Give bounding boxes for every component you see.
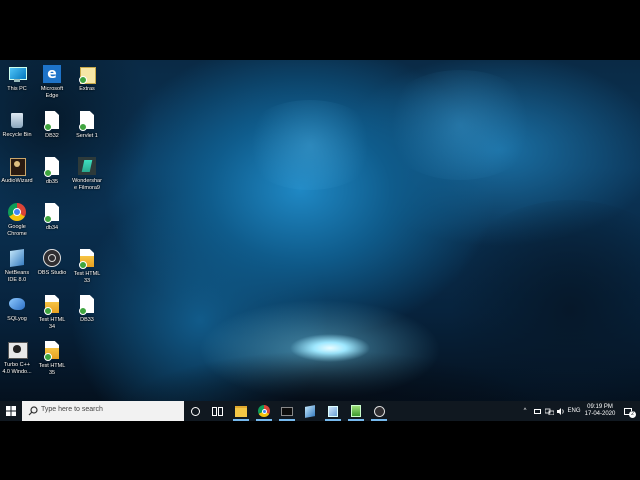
- desktop-icon-label: Wondershare Filmora9: [72, 178, 102, 191]
- tray-network[interactable]: [543, 401, 556, 421]
- computer-icon: [7, 64, 27, 84]
- document-icon: [42, 203, 62, 223]
- taskbar: Type here to search ^ ENG 09:19 PM 17-04…: [0, 401, 640, 421]
- task-view-icon: [211, 406, 223, 416]
- desktop-icon-label: Microsoft Edge: [40, 86, 64, 99]
- clock-date: 17-04-2020: [584, 411, 616, 417]
- chrome-icon: [258, 405, 270, 417]
- desktop-icon-label: Test HTML 33: [73, 271, 101, 284]
- cortana-icon: [190, 406, 200, 416]
- desktop-icon-test-html-35[interactable]: Test HTML 35: [36, 340, 68, 376]
- network-icon: [545, 408, 554, 415]
- usb-drive-icon: [533, 408, 541, 414]
- netbeans-icon: [7, 248, 27, 268]
- desktop-icon-microsoft-edge[interactable]: e Microsoft Edge: [36, 64, 68, 99]
- notepad-icon: [351, 405, 361, 417]
- desktop-icon-test-html-34[interactable]: Test HTML 34: [36, 294, 68, 330]
- tray-volume[interactable]: [556, 401, 567, 421]
- document-icon: [77, 295, 97, 315]
- html-file-icon: [42, 341, 62, 361]
- desktop-icon-servlet-1[interactable]: Servlet 1: [71, 110, 103, 140]
- obs-icon: [373, 405, 385, 417]
- desktop-icon-turbo-cpp[interactable]: Turbo C++ 4.0 Windo...: [1, 340, 33, 375]
- desktop-icon-label: Recycle Bin: [2, 132, 32, 138]
- chrome-icon: [7, 202, 27, 222]
- tray-language[interactable]: ENG: [567, 401, 581, 421]
- recycle-bin-icon: [7, 110, 27, 130]
- clock-time: 09:19 PM: [587, 404, 613, 410]
- desktop-icon-label: Turbo C++ 4.0 Windo...: [2, 362, 32, 375]
- action-center-button[interactable]: 2: [620, 401, 636, 421]
- tray-clock[interactable]: 09:19 PM 17-04-2020: [582, 401, 618, 421]
- show-hidden-icons-button[interactable]: ^: [519, 401, 531, 421]
- desktop-icon-label: Servlet 1: [76, 133, 98, 139]
- desktop-icon-netbeans[interactable]: NetBeans IDE 8.0: [1, 248, 33, 283]
- virtualbox-icon: [328, 405, 338, 417]
- document-icon: [42, 111, 62, 131]
- desktop-icon-filmora9[interactable]: Wondershare Filmora9: [71, 156, 103, 191]
- taskbar-virtualbox[interactable]: [322, 401, 344, 421]
- volume-icon: [557, 407, 564, 415]
- taskbar-chrome[interactable]: [253, 401, 275, 421]
- desktop-icon-label: Extras: [79, 86, 95, 92]
- desktop-icon-label: AudioWizard: [1, 178, 33, 184]
- desktop-icon-recycle-bin[interactable]: Recycle Bin: [1, 110, 33, 139]
- desktop-icon-label: Google Chrome: [7, 224, 27, 237]
- search-icon: [28, 406, 38, 416]
- desktop-icon-db32[interactable]: DB32: [36, 110, 68, 140]
- edge-icon: e: [42, 64, 62, 84]
- taskbar-notepad[interactable]: [345, 401, 367, 421]
- desktop-icon-label: This PC: [7, 86, 27, 92]
- notification-icon: 2: [624, 407, 636, 418]
- task-view-button[interactable]: [206, 401, 228, 421]
- taskbar-terminal[interactable]: [276, 401, 298, 421]
- terminal-icon: [281, 406, 293, 416]
- sqlyog-icon: [7, 294, 27, 314]
- start-button[interactable]: [0, 401, 22, 421]
- obs-icon: [42, 248, 62, 268]
- desktop-icon-label: Test HTML 35: [38, 363, 66, 376]
- filmora-icon: [77, 156, 97, 176]
- desktop-icon-label: db35: [45, 179, 59, 185]
- taskbar-obs[interactable]: [368, 401, 390, 421]
- desktop-icon-extras[interactable]: Extras: [71, 64, 103, 93]
- desktop-icon-audiowizard[interactable]: AudioWizard: [1, 156, 33, 185]
- document-icon: [77, 111, 97, 131]
- tray-device-icon[interactable]: [531, 401, 543, 421]
- audiowizard-icon: [7, 156, 27, 176]
- html-file-icon: [42, 295, 62, 315]
- desktop-icon-test-html-33[interactable]: Test HTML 33: [71, 248, 103, 284]
- windows-logo-icon: [6, 406, 16, 416]
- desktop-icon-label: DB32: [45, 133, 59, 139]
- file-explorer-icon: [235, 405, 247, 417]
- desktop-icon-db33[interactable]: DB33: [71, 294, 103, 324]
- desktop-icon-google-chrome[interactable]: Google Chrome: [1, 202, 33, 237]
- desktop-screen: This PC Recycle Bin AudioWizard Google C…: [0, 60, 640, 420]
- taskbar-file-explorer[interactable]: [230, 401, 252, 421]
- folder-icon: [77, 64, 97, 84]
- desktop-icon-label: OBS Studio: [37, 270, 67, 276]
- desktop-icon-label: db34: [45, 225, 59, 231]
- cortana-button[interactable]: [184, 401, 206, 421]
- taskbar-search-box[interactable]: Type here to search: [22, 401, 184, 421]
- search-placeholder: Type here to search: [41, 406, 103, 413]
- desktop-icon-sqlyog[interactable]: SQLyog: [1, 294, 33, 323]
- document-icon: [42, 157, 62, 177]
- desktop-icon-db35[interactable]: db35: [36, 156, 68, 186]
- netbeans-icon: [305, 404, 315, 418]
- desktop-icon-this-pc[interactable]: This PC: [1, 64, 33, 93]
- html-file-icon: [77, 249, 97, 269]
- desktop-icon-label: Test HTML 34: [38, 317, 66, 330]
- chevron-up-icon: ^: [523, 408, 527, 414]
- turbo-cpp-icon: [7, 340, 28, 360]
- taskbar-netbeans[interactable]: [299, 401, 321, 421]
- notification-count-badge: 2: [629, 410, 636, 418]
- desktop-icon-label: SQLyog: [7, 316, 27, 322]
- desktop-icon-obs-studio[interactable]: OBS Studio: [36, 248, 68, 277]
- desktop-icon-db34[interactable]: db34: [36, 202, 68, 232]
- desktop-icon-label: NetBeans IDE 8.0: [4, 270, 30, 283]
- desktop-icon-label: DB33: [80, 317, 94, 323]
